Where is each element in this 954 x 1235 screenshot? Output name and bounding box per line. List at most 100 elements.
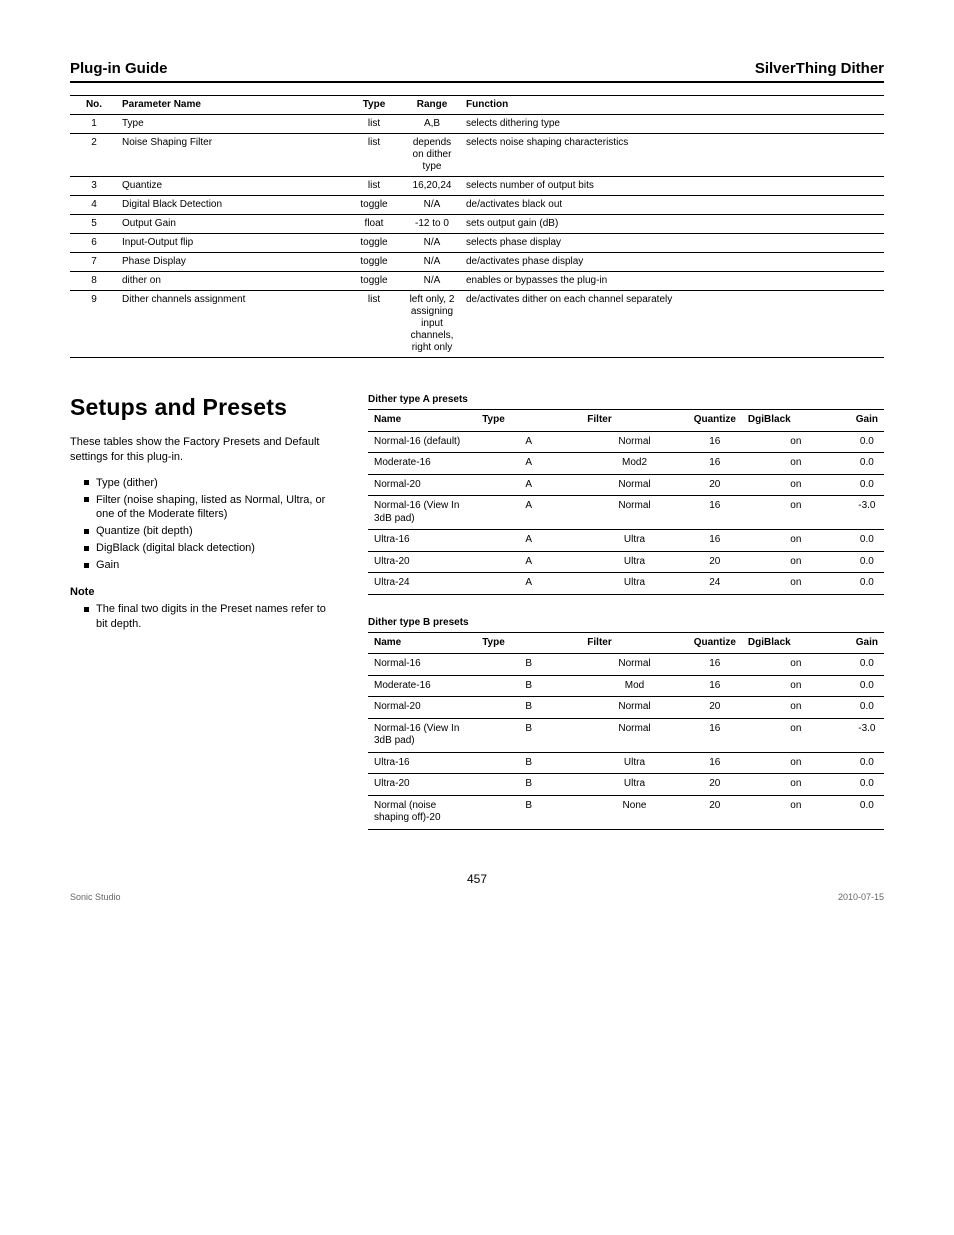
cell: Ultra-16 [368, 752, 476, 774]
cell: 9 [70, 291, 118, 358]
dither-type-b-table: Dither type B presets NameTypeFilterQuan… [368, 617, 884, 830]
cell: 16 [688, 530, 742, 552]
cell: 20 [688, 697, 742, 719]
footer-right: 2010-07-15 [838, 892, 884, 902]
cell: Ultra-20 [368, 551, 476, 573]
cell: Ultra [581, 530, 687, 552]
cell: Normal [581, 718, 687, 752]
table-caption: Dither type A presets [368, 394, 884, 409]
cell: depends on dither type [402, 134, 462, 177]
cell: on [742, 474, 850, 496]
table-row: 9Dither channels assignmentlistleft only… [70, 291, 884, 358]
cell: Normal-16 (View In 3dB pad) [368, 718, 476, 752]
cell: B [476, 752, 581, 774]
cell: 0.0 [850, 530, 884, 552]
cell: Quantize [118, 177, 346, 196]
cell: 0.0 [850, 551, 884, 573]
note-heading: Note [70, 586, 94, 598]
footer-left: Sonic Studio [70, 892, 121, 902]
cell: A,B [402, 115, 462, 134]
table-body: Normal-16BNormal16on0.0Moderate-16BMod16… [368, 654, 884, 830]
cell: Normal [581, 496, 687, 530]
parameters-table: No. Parameter Name Type Range Function 1… [70, 95, 884, 358]
cell: N/A [402, 196, 462, 215]
cell: 0.0 [850, 795, 884, 829]
page-header: Plug-in Guide SilverThing Dither [70, 60, 884, 77]
cell: 20 [688, 795, 742, 829]
cell: Mod2 [581, 453, 687, 475]
dither-type-a-table: Dither type A presets NameTypeFilterQuan… [368, 394, 884, 595]
col-func: Function [462, 96, 884, 115]
cell: Normal-16 (default) [368, 431, 476, 453]
cell: N/A [402, 272, 462, 291]
list-item: Quantize (bit depth) [84, 524, 340, 539]
cell: on [742, 453, 850, 475]
list-item: Type (dither) [84, 476, 340, 491]
cell: Ultra-16 [368, 530, 476, 552]
cell: A [476, 431, 581, 453]
cell: 0.0 [850, 675, 884, 697]
parameters-table-head: No. Parameter Name Type Range Function [70, 96, 884, 115]
cell: Digital Black Detection [118, 196, 346, 215]
list-item: DigBlack (digital black detection) [84, 541, 340, 556]
cell: A [476, 573, 581, 595]
col-header: Name [368, 410, 476, 432]
cell: list [346, 115, 402, 134]
cell: selects dithering type [462, 115, 884, 134]
table-row: Normal-16 (default)ANormal16on0.0 [368, 431, 884, 453]
table-row: 7Phase DisplaytoggleN/Ade/activates phas… [70, 253, 884, 272]
table-header-row: NameTypeFilterQuantizeDgiBlackGain [368, 632, 884, 654]
cell: on [742, 431, 850, 453]
table-row: Normal-20BNormal20on0.0 [368, 697, 884, 719]
cell: on [742, 774, 850, 796]
setups-left-pane: Setups and Presets These tables show the… [70, 394, 340, 644]
cell: left only, 2 assigning input channels, r… [402, 291, 462, 358]
cell: selects number of output bits [462, 177, 884, 196]
cell: 0.0 [850, 431, 884, 453]
table-row: 1TypelistA,Bselects dithering type [70, 115, 884, 134]
section-intro: These tables show the Factory Presets an… [70, 435, 340, 466]
cell: Phase Display [118, 253, 346, 272]
col-header: Type [476, 632, 581, 654]
cell: on [742, 697, 850, 719]
col-header: DgiBlack [742, 410, 850, 432]
table-row: 8dither ontoggleN/Aenables or bypasses t… [70, 272, 884, 291]
cell: selects noise shaping characteristics [462, 134, 884, 177]
cell: -12 to 0 [402, 215, 462, 234]
table-row: Normal-20ANormal20on0.0 [368, 474, 884, 496]
col-header: Name [368, 632, 476, 654]
table-row: 4Digital Black DetectiontoggleN/Ade/acti… [70, 196, 884, 215]
cell: 4 [70, 196, 118, 215]
cell: Ultra [581, 752, 687, 774]
cell: list [346, 134, 402, 177]
table-header-row: No. Parameter Name Type Range Function [70, 96, 884, 115]
col-header: Quantize [688, 632, 742, 654]
page-number: 457 [70, 872, 884, 886]
cell: Ultra [581, 573, 687, 595]
cell: A [476, 530, 581, 552]
cell: Noise Shaping Filter [118, 134, 346, 177]
table-row: Normal-16BNormal16on0.0 [368, 654, 884, 676]
cell: Ultra-24 [368, 573, 476, 595]
cell: -3.0 [850, 718, 884, 752]
list-item: Gain [84, 558, 340, 573]
cell: A [476, 496, 581, 530]
table-row: 6Input-Output fliptoggleN/Aselects phase… [70, 234, 884, 253]
list-item: Filter (noise shaping, listed as Normal,… [84, 493, 340, 523]
cell: de/activates phase display [462, 253, 884, 272]
col-header: Quantize [688, 410, 742, 432]
cell: Output Gain [118, 215, 346, 234]
cell: B [476, 675, 581, 697]
page-footer: 457 Sonic Studio 2010-07-15 [70, 872, 884, 902]
cell: 20 [688, 474, 742, 496]
cell: 20 [688, 551, 742, 573]
cell: 0.0 [850, 752, 884, 774]
cell: enables or bypasses the plug-in [462, 272, 884, 291]
table-row: Ultra-16BUltra16on0.0 [368, 752, 884, 774]
col-name: Parameter Name [118, 96, 346, 115]
table-caption: Dither type B presets [368, 617, 884, 632]
table-row: Ultra-16AUltra16on0.0 [368, 530, 884, 552]
cell: on [742, 496, 850, 530]
table-row: 2Noise Shaping Filterlistdepends on dith… [70, 134, 884, 177]
cell: B [476, 718, 581, 752]
